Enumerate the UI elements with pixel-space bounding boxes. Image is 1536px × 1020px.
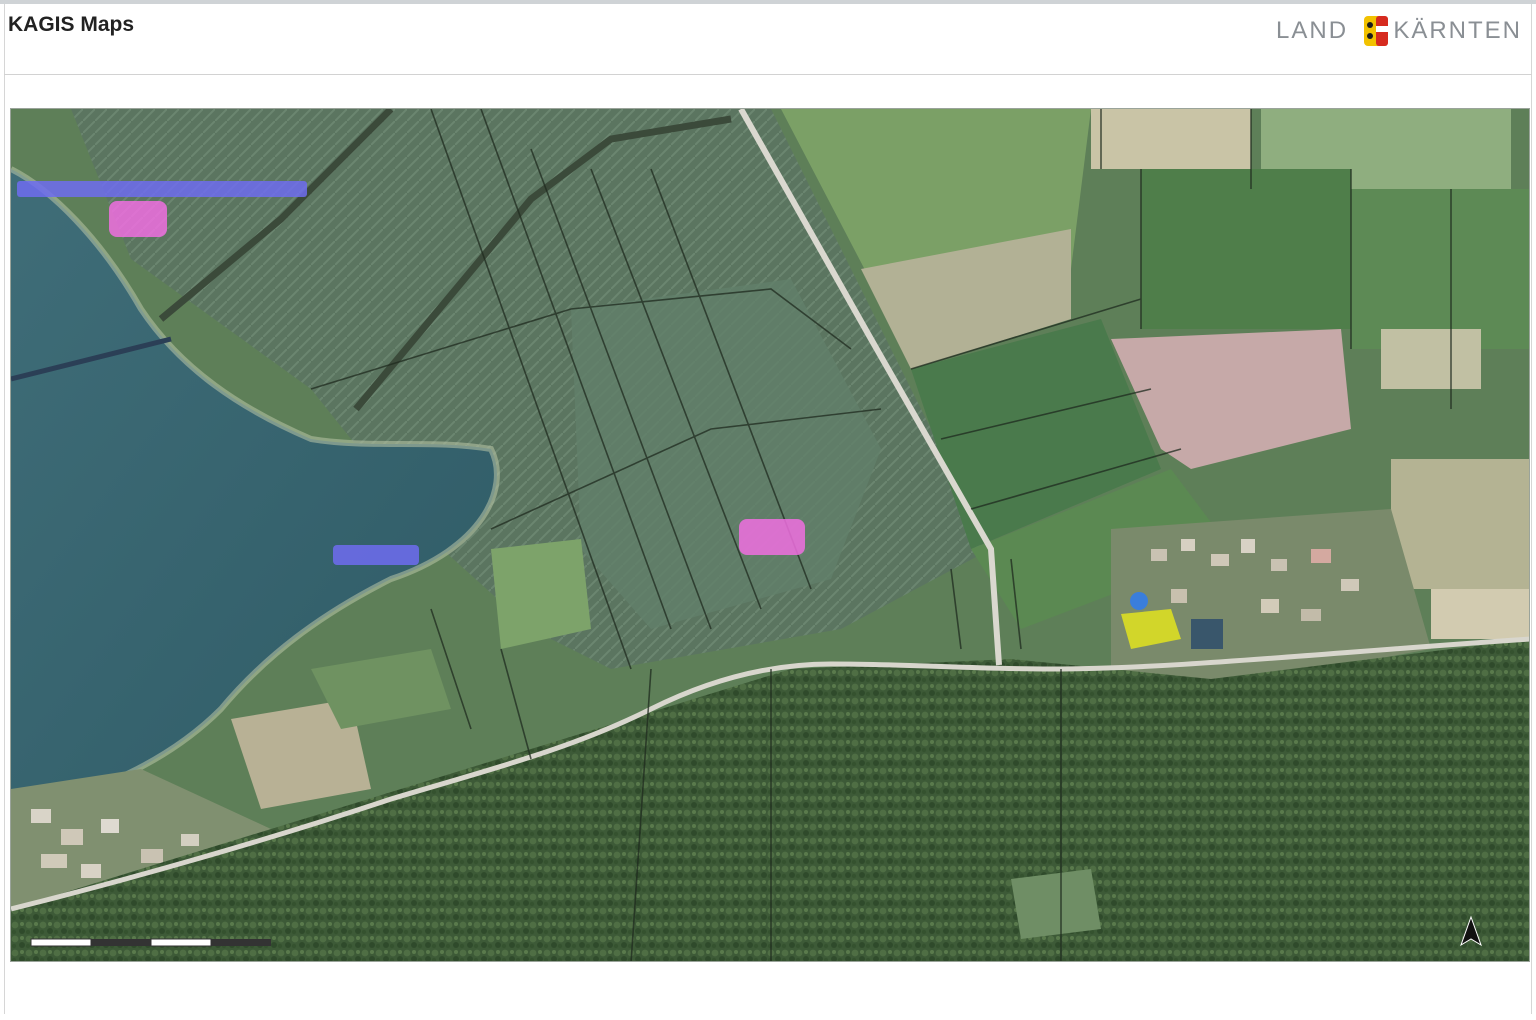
orthophoto-map[interactable]: [11, 109, 1530, 962]
forest-clearing: [1011, 869, 1101, 939]
right-border: [1531, 4, 1532, 1014]
field-east-3: [1431, 589, 1529, 639]
info-bar: [8, 80, 1528, 108]
field-east-2: [1391, 459, 1529, 589]
left-border: [4, 4, 5, 1014]
map-view[interactable]: [10, 108, 1530, 962]
print-header: KAGIS Maps LAND KÄRNTEN: [0, 4, 1536, 74]
field-north-5: [1141, 169, 1351, 329]
map-label-pink-center: [739, 519, 805, 555]
coat-of-arms-icon: [1364, 16, 1388, 46]
map-label-lake: [333, 545, 419, 565]
location-marker[interactable]: [1130, 592, 1148, 610]
print-footer: [8, 968, 1528, 1016]
header-divider: [4, 74, 1532, 75]
land-kaernten-logo: LAND KÄRNTEN: [1276, 14, 1522, 72]
app-title: KAGIS Maps: [8, 13, 135, 36]
field-north-2: [1091, 109, 1251, 169]
map-label-upper-left: [17, 181, 307, 197]
field-east-1: [1381, 329, 1481, 389]
field-north-6: [1351, 189, 1529, 349]
logo-text-left: LAND: [1276, 17, 1349, 44]
scale-bar: [30, 938, 271, 947]
logo-text-right: KÄRNTEN: [1393, 17, 1522, 44]
map-label-pink-northwest: [109, 201, 167, 237]
